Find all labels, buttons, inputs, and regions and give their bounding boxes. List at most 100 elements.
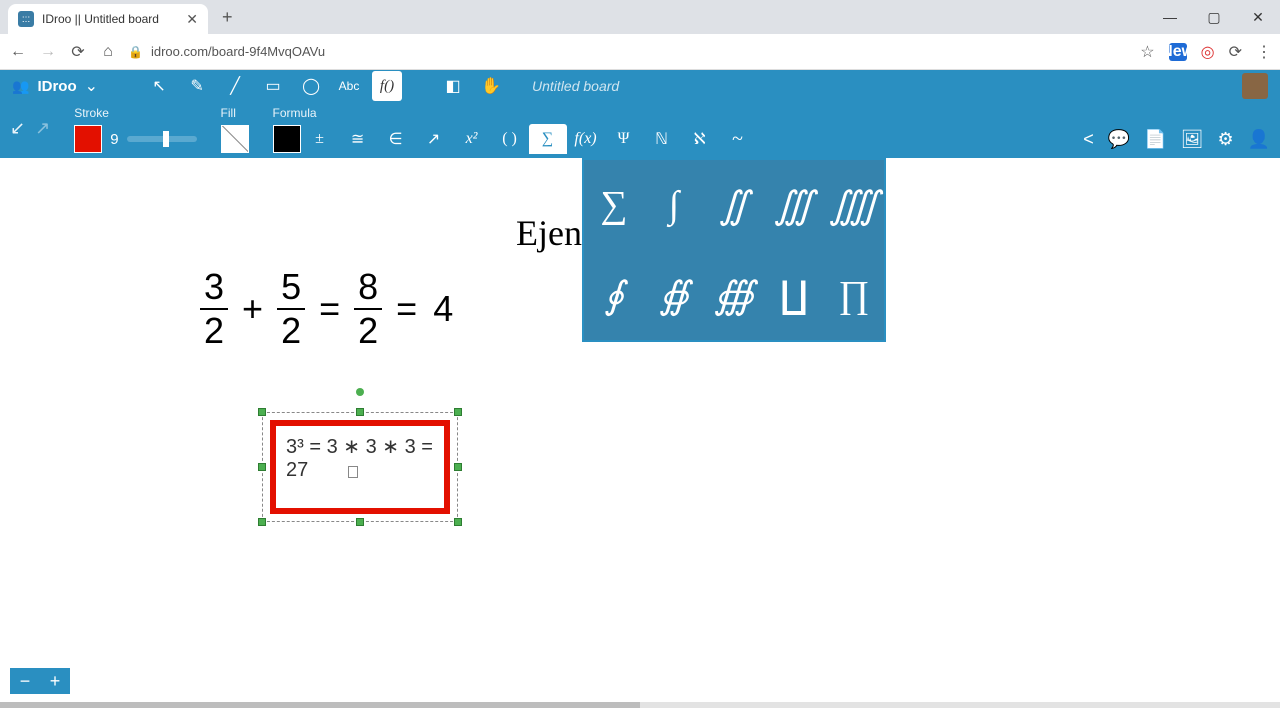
sub-toolbar: ↙ ↗ Stroke 9 Fill Formula ± ≅ ∈ ↗ x² ( )… (0, 102, 1280, 158)
symbol-integral[interactable]: ∫ (644, 160, 704, 250)
app-logo[interactable]: IDroo (37, 78, 76, 95)
resize-handle-sw[interactable] (258, 518, 266, 526)
stroke-color-swatch[interactable] (74, 125, 102, 153)
tool-eraser[interactable]: ◧ (438, 71, 468, 101)
formula-tilde[interactable]: ~ (719, 124, 757, 154)
user-avatar[interactable] (1242, 73, 1268, 99)
window-maximize[interactable]: ▢ (1192, 2, 1236, 32)
formula-color-swatch[interactable] (273, 125, 301, 153)
nav-back[interactable]: ← (8, 43, 28, 61)
url-text: idroo.com/board-9f4MvqOAVu (151, 44, 325, 59)
resize-handle-nw[interactable] (258, 408, 266, 416)
fill-none-swatch[interactable] (221, 125, 249, 153)
resize-handle-se[interactable] (454, 518, 462, 526)
formula-fractions[interactable]: 32 + 52 = 82 = 4 (200, 266, 455, 352)
formula-box-text: 3³ = 3 ∗ 3 ∗ 3 = 27 (286, 436, 433, 481)
lock-icon: 🔒 (128, 45, 143, 59)
symbol-contour-integral[interactable]: ∮ (584, 250, 644, 340)
formula-label: Formula (273, 106, 757, 120)
tool-line[interactable]: ╱ (220, 71, 250, 101)
tab-title: IDroo || Untitled board (42, 12, 159, 26)
image-icon[interactable]: 🖼 (1181, 129, 1204, 150)
tool-text[interactable]: Abc (334, 71, 364, 101)
rotate-handle[interactable] (356, 388, 364, 396)
share-icon[interactable]: < (1083, 129, 1094, 150)
canvas[interactable]: Ejen 32 + 52 = 82 = 4 3³ = 3 ∗ 3 ∗ 3 = 2… (0, 158, 1280, 708)
window-close[interactable]: ✕ (1236, 2, 1280, 32)
symbol-panel: ∑ ∫ ∬ ∭ ⨌ ∮ ∯ ∰ ∐ ∏ (582, 158, 886, 342)
bookmark-star-icon[interactable]: ☆ (1140, 42, 1154, 62)
formula-pm[interactable]: ± (301, 124, 339, 154)
formula-fx[interactable]: f(x) (567, 124, 605, 154)
expand-icon[interactable]: ↗ (35, 118, 50, 139)
horizontal-scrollbar[interactable] (0, 702, 1280, 708)
stroke-slider[interactable] (127, 136, 197, 142)
symbol-quad-integral[interactable]: ⨌ (824, 160, 884, 250)
tab-close-icon[interactable]: ✕ (186, 11, 198, 28)
browser-tab[interactable]: ::: IDroo || Untitled board ✕ (8, 4, 208, 34)
right-tools: < 💬 📄 🖼 ⚙ 👤 (1083, 129, 1270, 154)
symbol-surface-integral[interactable]: ∯ (644, 250, 704, 340)
text-ejem: Ejen (516, 212, 582, 254)
tool-pen[interactable]: ✎ (182, 71, 212, 101)
symbol-product[interactable]: ∏ (824, 250, 884, 340)
formula-sigma[interactable]: ∑ (529, 124, 567, 154)
nav-forward: → (38, 43, 58, 61)
edit-cursor (348, 466, 358, 478)
fill-group: Fill (221, 106, 249, 154)
extension-new-icon[interactable]: New (1169, 43, 1187, 61)
formula-group: Formula ± ≅ ∈ ↗ x² ( ) ∑ f(x) Ψ ℕ ℵ ~ (273, 106, 757, 154)
collapse-icon[interactable]: ↙ (10, 118, 25, 139)
stroke-value: 9 (106, 131, 122, 148)
fill-label: Fill (221, 106, 249, 120)
resize-handle-w[interactable] (258, 463, 266, 471)
address-bar: ← → ⟳ ⌂ 🔒 idroo.com/board-9f4MvqOAVu ☆ N… (0, 34, 1280, 70)
logo-dropdown-icon[interactable]: ⌄ (85, 76, 98, 96)
formula-cong[interactable]: ≅ (339, 124, 377, 154)
tab-bar: ::: IDroo || Untitled board ✕ + — ▢ ✕ (0, 0, 1280, 34)
formula-aleph[interactable]: ℵ (681, 124, 719, 154)
symbol-sigma[interactable]: ∑ (584, 160, 644, 250)
tool-ellipse[interactable]: ◯ (296, 71, 326, 101)
stroke-group: Stroke 9 (74, 106, 196, 154)
new-tab-button[interactable]: + (208, 7, 247, 28)
url-field[interactable]: 🔒 idroo.com/board-9f4MvqOAVu (128, 44, 1130, 59)
symbol-volume-integral[interactable]: ∰ (704, 250, 764, 340)
tool-formula[interactable]: f() (372, 71, 402, 101)
formula-paren[interactable]: ( ) (491, 124, 529, 154)
formula-in[interactable]: ∈ (377, 124, 415, 154)
board-title[interactable]: Untitled board (532, 78, 619, 94)
nav-home[interactable]: ⌂ (98, 43, 118, 61)
zoom-in[interactable]: + (40, 671, 70, 692)
settings-icon[interactable]: ⚙ (1217, 129, 1233, 150)
selected-object[interactable]: 3³ = 3 ∗ 3 ∗ 3 = 27 (270, 420, 450, 514)
tool-select[interactable]: ↖ (144, 71, 174, 101)
tool-pan[interactable]: ✋ (476, 71, 506, 101)
resize-handle-e[interactable] (454, 463, 462, 471)
formula-arrow[interactable]: ↗ (415, 124, 453, 154)
symbol-double-integral[interactable]: ∬ (704, 160, 764, 250)
resize-handle-ne[interactable] (454, 408, 462, 416)
symbol-coproduct[interactable]: ∐ (764, 250, 824, 340)
formula-psi[interactable]: Ψ (605, 124, 643, 154)
zoom-control: − + (10, 668, 70, 694)
extension-icon[interactable]: ◎ (1201, 42, 1215, 62)
formula-nat[interactable]: ℕ (643, 124, 681, 154)
formula-box[interactable]: 3³ = 3 ∗ 3 ∗ 3 = 27 (270, 420, 450, 514)
chat-icon[interactable]: 💬 (1108, 129, 1130, 150)
app-toolbar: 👥 IDroo ⌄ ↖ ✎ ╱ ▭ ◯ Abc f() ◧ ✋ Untitled… (0, 70, 1280, 102)
window-controls: — ▢ ✕ (1148, 2, 1280, 32)
browser-menu[interactable]: ⋮ (1256, 42, 1272, 62)
resize-handle-n[interactable] (356, 408, 364, 416)
resize-handle-s[interactable] (356, 518, 364, 526)
zoom-out[interactable]: − (10, 671, 40, 692)
nav-reload[interactable]: ⟳ (68, 42, 88, 62)
formula-sq[interactable]: x² (453, 124, 491, 154)
symbol-triple-integral[interactable]: ∭ (764, 160, 824, 250)
extension-icon-2[interactable]: ⟳ (1229, 42, 1242, 62)
logo-people-icon: 👥 (12, 78, 29, 95)
window-minimize[interactable]: — (1148, 2, 1192, 32)
user-icon[interactable]: 👤 (1248, 129, 1270, 150)
doc-icon[interactable]: 📄 (1144, 129, 1166, 150)
tool-rect[interactable]: ▭ (258, 71, 288, 101)
